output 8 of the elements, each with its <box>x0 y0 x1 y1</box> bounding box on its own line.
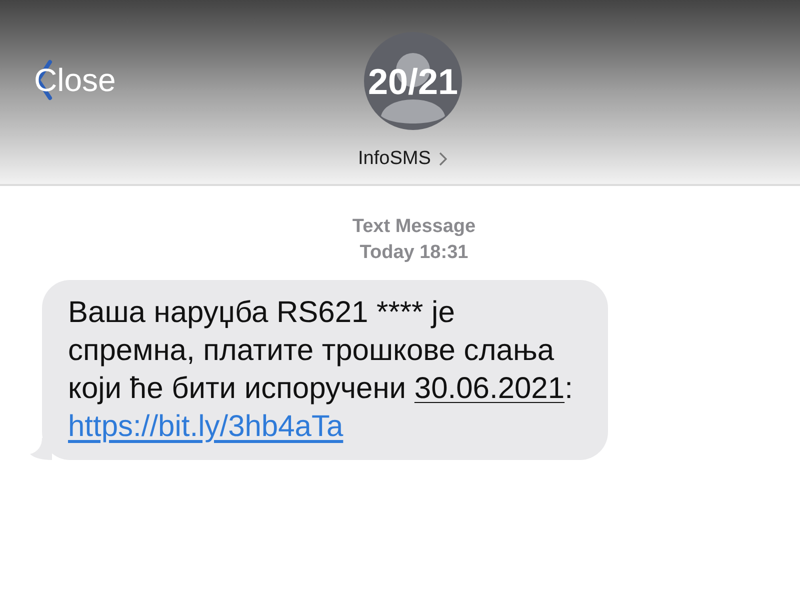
message-type-label: Text Message <box>352 215 476 239</box>
message-text: Ваша наруџба RS621 **** је спремна, платите трошкове слања који ће бити испоручени 30.06.2021: https://bit.ly/3hb4aTa <box>68 295 574 445</box>
message-counter: 20/21 <box>366 64 460 100</box>
message-time: Today 18:31 <box>360 241 468 265</box>
sender-name[interactable]: InfoSMS <box>358 145 447 174</box>
chevron-right-icon <box>438 152 447 166</box>
date-link[interactable]: 30.06.2021 <box>414 372 565 405</box>
avatar-icon <box>364 32 462 130</box>
